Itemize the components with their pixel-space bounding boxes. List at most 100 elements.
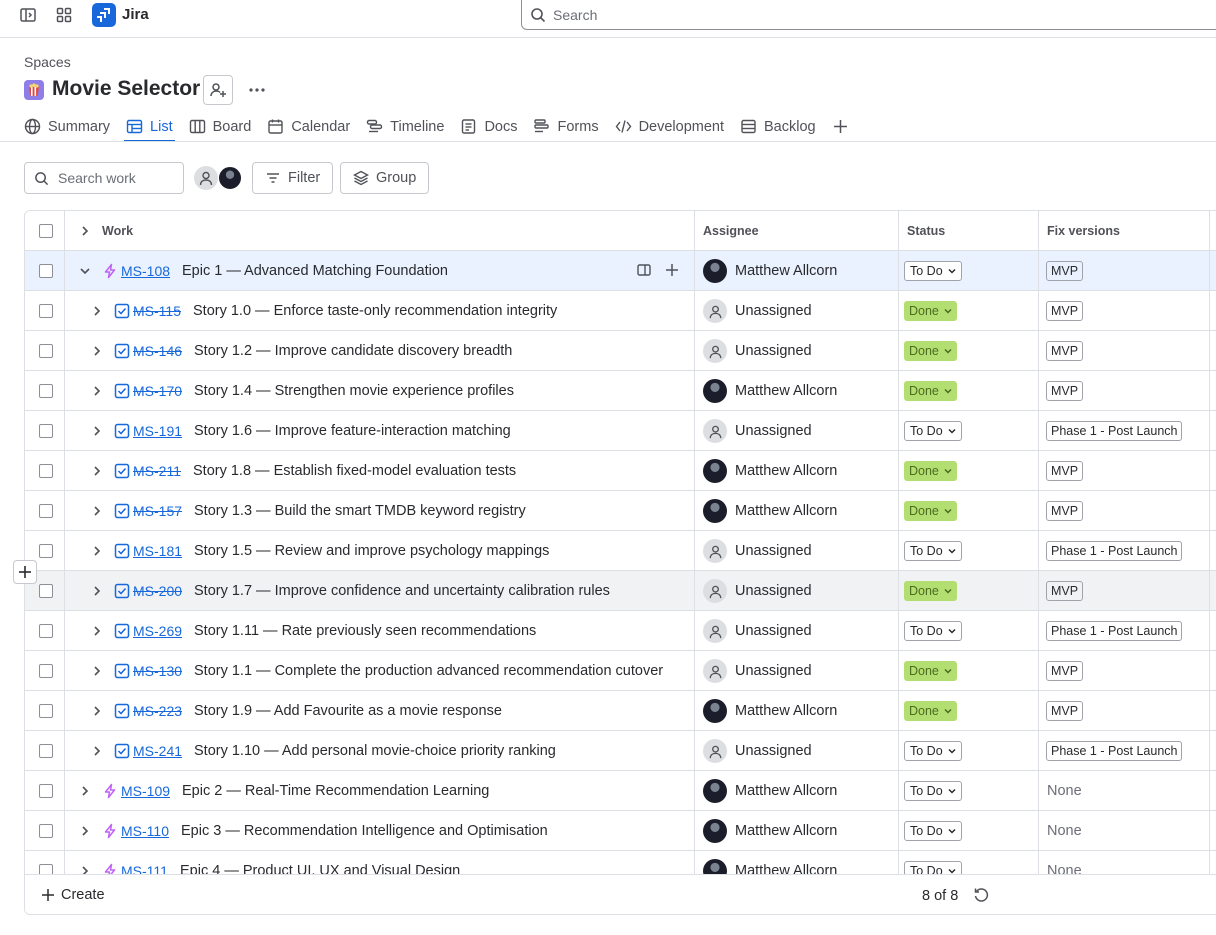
user-avatar-filter[interactable] bbox=[218, 166, 242, 190]
fix-version-lozenge[interactable]: MVP bbox=[1046, 701, 1084, 721]
expand-chevron-icon[interactable] bbox=[89, 703, 105, 719]
expand-chevron-icon[interactable] bbox=[77, 783, 93, 799]
tab-development[interactable]: Development bbox=[615, 112, 724, 141]
fix-version-empty[interactable]: None bbox=[1047, 823, 1082, 839]
open-side-panel-icon[interactable] bbox=[637, 263, 651, 277]
status-dropdown[interactable]: To Do bbox=[904, 261, 962, 281]
issue-summary[interactable]: Story 1.9 — Add Favourite as a movie res… bbox=[194, 703, 502, 719]
issue-key-link[interactable]: MS-211 bbox=[133, 463, 181, 479]
sidebar-toggle-icon[interactable] bbox=[17, 4, 39, 26]
fix-version-lozenge[interactable]: Phase 1 - Post Launch bbox=[1046, 541, 1183, 561]
assignee-cell[interactable]: Matthew Allcorn bbox=[703, 259, 837, 283]
row-checkbox[interactable] bbox=[39, 584, 53, 598]
status-dropdown[interactable]: To Do bbox=[904, 861, 962, 875]
status-dropdown[interactable]: Done bbox=[904, 461, 957, 481]
assignee-cell[interactable]: Matthew Allcorn bbox=[703, 459, 837, 483]
fix-version-lozenge[interactable]: Phase 1 - Post Launch bbox=[1046, 421, 1183, 441]
fix-version-lozenge[interactable]: MVP bbox=[1046, 461, 1084, 481]
column-header-work[interactable]: Work bbox=[102, 211, 133, 251]
app-switcher-icon[interactable] bbox=[53, 4, 75, 26]
issue-summary[interactable]: Story 1.8 — Establish fixed-model evalua… bbox=[193, 463, 516, 479]
fix-version-lozenge[interactable]: MVP bbox=[1046, 341, 1084, 361]
tab-board[interactable]: Board bbox=[189, 112, 251, 141]
app-name[interactable]: Jira bbox=[122, 6, 149, 23]
fix-version-lozenge[interactable]: MVP bbox=[1046, 261, 1084, 281]
expand-chevron-icon[interactable] bbox=[89, 583, 105, 599]
assignee-cell[interactable]: Unassigned bbox=[703, 299, 812, 323]
fix-version-lozenge[interactable]: MVP bbox=[1046, 381, 1084, 401]
fix-version-lozenge[interactable]: Phase 1 - Post Launch bbox=[1046, 621, 1183, 641]
issue-key-link[interactable]: MS-181 bbox=[133, 543, 182, 559]
expand-chevron-icon[interactable] bbox=[89, 343, 105, 359]
tab-forms[interactable]: Forms bbox=[533, 112, 599, 141]
expand-all-chevron-icon[interactable] bbox=[77, 223, 93, 239]
assignee-cell[interactable]: Unassigned bbox=[703, 539, 812, 563]
fix-version-lozenge[interactable]: MVP bbox=[1046, 501, 1084, 521]
column-header-status[interactable]: Status bbox=[907, 211, 945, 251]
status-dropdown[interactable]: Done bbox=[904, 661, 957, 681]
assignee-cell[interactable]: Matthew Allcorn bbox=[703, 779, 837, 803]
issue-summary[interactable]: Story 1.4 — Strengthen movie experience … bbox=[194, 383, 514, 399]
issue-key-link[interactable]: MS-130 bbox=[133, 663, 182, 679]
expand-chevron-icon[interactable] bbox=[89, 623, 105, 639]
status-dropdown[interactable]: To Do bbox=[904, 821, 962, 841]
issue-summary[interactable]: Story 1.3 — Build the smart TMDB keyword… bbox=[194, 503, 526, 519]
issue-key-link[interactable]: MS-108 bbox=[121, 263, 170, 279]
issue-summary[interactable]: Epic 2 — Real-Time Recommendation Learni… bbox=[182, 783, 489, 799]
row-checkbox[interactable] bbox=[39, 464, 53, 478]
row-checkbox[interactable] bbox=[39, 264, 53, 278]
select-all-checkbox[interactable] bbox=[39, 224, 53, 238]
row-checkbox[interactable] bbox=[39, 544, 53, 558]
assignee-cell[interactable]: Unassigned bbox=[703, 739, 812, 763]
jira-logo-icon[interactable] bbox=[92, 3, 116, 27]
issue-key-link[interactable]: MS-115 bbox=[133, 303, 181, 319]
refresh-icon[interactable] bbox=[973, 887, 989, 903]
issue-key-link[interactable]: MS-110 bbox=[121, 823, 169, 839]
expand-chevron-icon[interactable] bbox=[77, 823, 93, 839]
row-checkbox[interactable] bbox=[39, 424, 53, 438]
row-checkbox[interactable] bbox=[39, 744, 53, 758]
expand-chevron-icon[interactable] bbox=[89, 463, 105, 479]
fix-version-lozenge[interactable]: MVP bbox=[1046, 301, 1084, 321]
insert-row-button[interactable] bbox=[13, 560, 37, 584]
assignee-cell[interactable]: Matthew Allcorn bbox=[703, 699, 837, 723]
issue-key-link[interactable]: MS-146 bbox=[133, 343, 182, 359]
column-header-assignee[interactable]: Assignee bbox=[703, 211, 759, 251]
issue-key-link[interactable]: MS-269 bbox=[133, 623, 182, 639]
group-button[interactable]: Group bbox=[340, 162, 430, 194]
filter-button[interactable]: Filter bbox=[252, 162, 334, 194]
add-child-icon[interactable] bbox=[665, 263, 679, 277]
row-checkbox[interactable] bbox=[39, 304, 53, 318]
assignee-cell[interactable]: Matthew Allcorn bbox=[703, 819, 837, 843]
assignee-cell[interactable]: Matthew Allcorn bbox=[703, 379, 837, 403]
issue-key-link[interactable]: MS-200 bbox=[133, 583, 182, 599]
status-dropdown[interactable]: Done bbox=[904, 501, 957, 521]
assignee-cell[interactable]: Matthew Allcorn bbox=[703, 859, 837, 875]
fix-version-empty[interactable]: None bbox=[1047, 783, 1082, 799]
issue-summary[interactable]: Epic 3 — Recommendation Intelligence and… bbox=[181, 823, 548, 839]
issue-key-link[interactable]: MS-241 bbox=[133, 743, 182, 759]
assignee-cell[interactable]: Unassigned bbox=[703, 419, 812, 443]
fix-version-lozenge[interactable]: Phase 1 - Post Launch bbox=[1046, 741, 1183, 761]
fix-version-lozenge[interactable]: MVP bbox=[1046, 661, 1084, 681]
search-work-input[interactable]: Search work bbox=[24, 162, 184, 194]
row-checkbox[interactable] bbox=[39, 784, 53, 798]
status-dropdown[interactable]: Done bbox=[904, 701, 957, 721]
create-button[interactable]: Create bbox=[41, 887, 105, 903]
more-actions-button[interactable] bbox=[242, 75, 272, 105]
issue-key-link[interactable]: MS-170 bbox=[133, 383, 182, 399]
expand-chevron-icon[interactable] bbox=[89, 423, 105, 439]
row-checkbox[interactable] bbox=[39, 664, 53, 678]
tab-timeline[interactable]: Timeline bbox=[366, 112, 444, 141]
issue-key-link[interactable]: MS-109 bbox=[121, 783, 170, 799]
issue-key-link[interactable]: MS-191 bbox=[133, 423, 182, 439]
assignee-cell[interactable]: Unassigned bbox=[703, 659, 812, 683]
tab-docs[interactable]: Docs bbox=[460, 112, 517, 141]
tab-summary[interactable]: Summary bbox=[24, 112, 110, 141]
fix-version-lozenge[interactable]: MVP bbox=[1046, 581, 1084, 601]
issue-summary[interactable]: Story 1.5 — Review and improve psycholog… bbox=[194, 543, 549, 559]
issue-summary[interactable]: Story 1.2 — Improve candidate discovery … bbox=[194, 343, 512, 359]
collapse-chevron-icon[interactable] bbox=[77, 263, 93, 279]
issue-summary[interactable]: Story 1.11 — Rate previously seen recomm… bbox=[194, 623, 536, 639]
assignee-cell[interactable]: Unassigned bbox=[703, 619, 812, 643]
